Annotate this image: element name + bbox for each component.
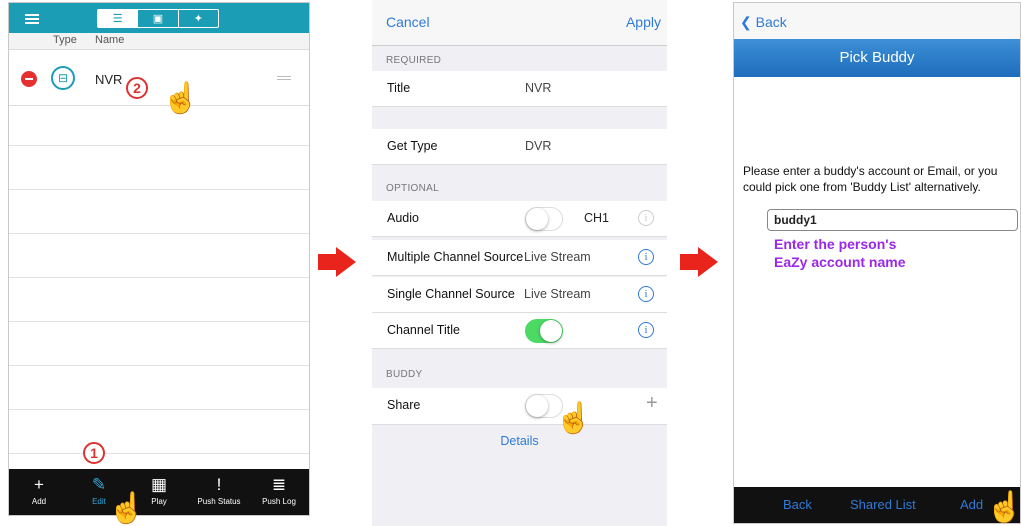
log-icon: ≣ [271, 475, 287, 494]
device-settings-screen: Cancel Apply REQUIRED Title NVR Get Type… [372, 0, 667, 526]
add-label: Add [31, 497, 47, 506]
pointing-hand-icon: ☝ [555, 402, 593, 435]
info-icon[interactable]: i [638, 249, 654, 265]
info-icon[interactable]: i [638, 210, 654, 226]
top-bar: ☰ ▣ ✦ [9, 3, 309, 33]
title-cell[interactable]: Title NVR [372, 71, 667, 107]
back-button[interactable]: ❮ Back [740, 14, 787, 31]
step-2-marker: 2 [126, 77, 148, 99]
row-divider [9, 189, 309, 190]
annotation-line-2: EaZy account name [774, 254, 906, 270]
column-header: Type Name [9, 33, 309, 50]
info-icon[interactable]: i [638, 286, 654, 302]
multiple-channel-source-cell[interactable]: Multiple Channel Source Live Stream i [372, 240, 667, 276]
shared-list-button[interactable]: Shared List [850, 497, 916, 512]
multiple-channel-source-value: Live Stream [524, 250, 591, 264]
audio-toggle[interactable] [525, 207, 563, 231]
pointing-hand-icon: ☝ [108, 492, 146, 525]
name-column-label: Name [95, 34, 125, 46]
apply-button[interactable]: Apply [626, 14, 661, 30]
back-toolbar-button[interactable]: Back [783, 497, 812, 512]
share-cell: Share + [372, 388, 667, 425]
row-divider [9, 321, 309, 322]
channel-title-cell: Channel Title i [372, 313, 667, 349]
instruction-text: Please enter a buddy's account or Email,… [743, 164, 998, 194]
row-divider [9, 365, 309, 366]
device-row[interactable]: ⊟ NVR [9, 50, 309, 106]
audio-channel-value: CH1 [584, 211, 610, 225]
details-link[interactable]: Details [372, 434, 667, 448]
row-divider [9, 233, 309, 234]
audio-label: Audio [387, 211, 419, 225]
page-title: Pick Buddy [734, 39, 1020, 77]
favorite-icon[interactable]: ✦ [179, 10, 218, 27]
bottom-toolbar: Back Shared List Add [734, 487, 1020, 523]
required-section-header: REQUIRED [386, 55, 442, 66]
push-log-button[interactable]: ≣ Push Log [249, 469, 309, 515]
get-type-value: DVR [525, 139, 552, 153]
share-label: Share [387, 398, 421, 412]
channel-title-toggle[interactable] [525, 319, 563, 343]
add-button[interactable]: Add [960, 497, 983, 512]
get-type-cell[interactable]: Get Type DVR [372, 129, 667, 165]
single-channel-source-label: Single Channel Source [387, 287, 515, 301]
single-channel-source-cell[interactable]: Single Channel Source Live Stream i [372, 277, 667, 313]
device-name: NVR [95, 72, 123, 87]
type-column-label: Type [53, 34, 77, 46]
info-icon[interactable]: i [638, 322, 654, 338]
chevron-left-icon: ❮ [740, 14, 752, 30]
view-segmented-control: ☰ ▣ ✦ [97, 9, 219, 28]
row-divider [9, 277, 309, 278]
single-channel-source-value: Live Stream [524, 287, 591, 301]
annotation-line-1: Enter the person's [774, 236, 897, 252]
pick-buddy-screen: ❮ Back Pick Buddy Please enter a buddy's… [733, 2, 1021, 524]
get-type-label: Get Type [387, 139, 438, 153]
menu-icon[interactable] [25, 14, 39, 16]
step-1-marker: 1 [83, 442, 105, 464]
pointing-hand-icon: ☝ [986, 491, 1021, 524]
cancel-button[interactable]: Cancel [386, 14, 430, 30]
optional-section-header: OPTIONAL [386, 183, 439, 194]
device-icon: ⊟ [51, 66, 75, 90]
buddy-account-input[interactable]: buddy1 [767, 209, 1018, 231]
alert-bubble-icon: ! [216, 475, 222, 494]
nav-bar: Cancel Apply [372, 0, 667, 46]
reorder-icon[interactable] [277, 76, 291, 77]
push-status-label: Push Status [197, 497, 241, 506]
add-button[interactable]: + Add [9, 469, 69, 515]
push-log-label: Push Log [262, 497, 296, 506]
delete-icon[interactable] [21, 71, 37, 87]
nav-bar: ❮ Back [734, 3, 1020, 39]
push-status-button[interactable]: ! Push Status [189, 469, 249, 515]
device-icon[interactable]: ▣ [138, 10, 179, 27]
row-divider [9, 409, 309, 410]
channel-title-label: Channel Title [387, 323, 460, 337]
title-value: NVR [525, 81, 552, 95]
device-list-screen: ☰ ▣ ✦ Type Name ⊟ NVR + Add ✎ Edit ▦ Pla… [8, 2, 310, 516]
buddy-section-header: BUDDY [386, 369, 423, 380]
plus-icon: + [34, 475, 44, 494]
audio-cell: Audio CH1 i [372, 201, 667, 237]
multiple-channel-source-label: Multiple Channel Source [387, 250, 524, 264]
plus-icon[interactable]: + [646, 392, 658, 415]
title-label: Title [387, 81, 411, 95]
list-icon[interactable]: ☰ [98, 10, 139, 27]
bottom-toolbar: + Add ✎ Edit ▦ Play ! Push Status ≣ Push… [9, 469, 309, 515]
row-divider [9, 145, 309, 146]
row-divider [9, 453, 309, 454]
pointing-hand-icon: ☝ [162, 82, 200, 115]
back-label: Back [755, 14, 787, 30]
